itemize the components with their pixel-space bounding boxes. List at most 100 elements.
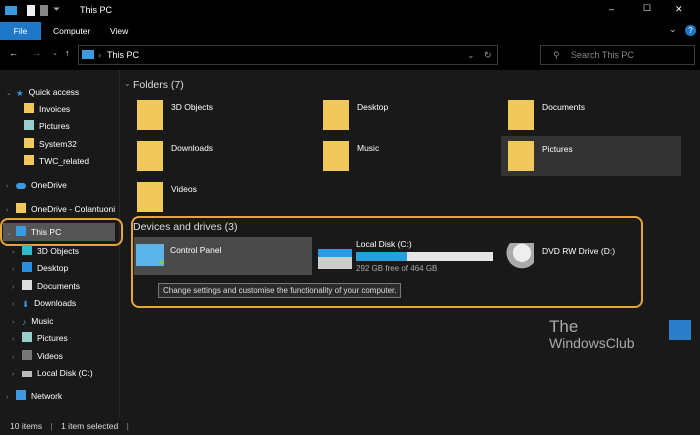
properties-icon[interactable]: [27, 5, 35, 16]
sidebar-item-onedrive-colantuoni[interactable]: › OneDrive - Colantuoni: [6, 201, 120, 217]
tab-view[interactable]: View: [100, 22, 138, 40]
sidebar-item-network[interactable]: › Network: [6, 388, 62, 404]
sidebar-item-pictures-qa[interactable]: Pictures: [24, 118, 70, 134]
chevron-right-icon[interactable]: ›: [12, 297, 22, 313]
navigation-bar: ← → ⌄ ↑ › This PC ⌄ ↻ ⚲ Search This PC: [0, 40, 700, 70]
folder-icon: [16, 203, 26, 213]
watermark-line1: The: [549, 317, 579, 336]
drive-icon: [22, 371, 32, 377]
navigation-pane: ⌄ ★ Quick access Invoices Pictures System3…: [0, 70, 123, 417]
chevron-right-icon[interactable]: ›: [12, 367, 22, 383]
sidebar-item-invoices[interactable]: Invoices: [24, 101, 70, 117]
chevron-right-icon[interactable]: ›: [6, 179, 16, 195]
recent-locations-icon[interactable]: ⌄: [52, 49, 58, 57]
sidebar-item-system32[interactable]: System32: [24, 136, 77, 152]
tooltip: Change settings and customise the functi…: [158, 283, 402, 298]
sidebar-item-label: Documents: [37, 281, 80, 291]
desktop-icon: [22, 262, 32, 272]
folder-videos[interactable]: Videos: [135, 180, 305, 216]
search-icon: ⚲: [553, 50, 560, 60]
sidebar-item-downloads[interactable]: › ⬇ Downloads: [12, 295, 76, 311]
folder-pictures[interactable]: Pictures: [501, 136, 681, 176]
dvd-drive-item[interactable]: DVD RW Drive (D:): [504, 237, 634, 275]
ribbon: File Computer View ⌄ ?: [0, 22, 700, 40]
cursor-icon: ➤: [158, 257, 166, 267]
chevron-down-icon[interactable]: ⌄: [6, 86, 16, 102]
chevron-right-icon[interactable]: ›: [6, 390, 16, 406]
address-dropdown-icon[interactable]: ⌄: [467, 46, 475, 64]
sidebar-item-local-disk[interactable]: › Local Disk (C:): [12, 365, 93, 381]
chevron-right-icon[interactable]: ›: [12, 332, 22, 348]
chevron-right-icon[interactable]: ›: [12, 245, 22, 261]
folder-icon: [24, 103, 34, 113]
folder-downloads[interactable]: Downloads: [135, 139, 305, 175]
pictures-icon: [22, 332, 32, 342]
sidebar-item-quick-access[interactable]: ⌄ ★ Quick access: [6, 84, 79, 100]
dvd-drive-icon: [504, 243, 534, 271]
expand-ribbon-icon[interactable]: ⌄: [669, 24, 677, 35]
network-icon: [16, 390, 26, 400]
sidebar-item-label: Music: [31, 316, 54, 326]
drive-label: DVD RW Drive (D:): [542, 246, 616, 256]
chevron-right-icon[interactable]: ›: [12, 262, 22, 278]
sidebar-item-pictures[interactable]: › Pictures: [12, 330, 68, 346]
disk-usage-fill: [356, 252, 407, 261]
disk-free-text: 292 GB free of 464 GB: [356, 264, 438, 273]
folder-label: Music: [357, 143, 380, 153]
forward-button[interactable]: →: [32, 48, 41, 58]
sidebar-item-twc-related[interactable]: TWC_related: [24, 153, 89, 169]
sidebar-item-label: Network: [31, 391, 63, 401]
customize-qat-icon[interactable]: ⏷: [53, 4, 60, 15]
3d-objects-folder-icon: [137, 100, 163, 130]
search-input[interactable]: ⚲ Search This PC: [540, 45, 695, 65]
folder-desktop[interactable]: Desktop: [321, 98, 491, 134]
folder-music[interactable]: Music: [321, 139, 491, 175]
sidebar-item-videos[interactable]: › Videos: [12, 348, 63, 364]
videos-icon: [22, 350, 32, 360]
close-button[interactable]: ✕: [675, 4, 683, 15]
sidebar-item-documents[interactable]: › Documents: [12, 278, 80, 294]
tab-computer[interactable]: Computer: [43, 22, 100, 40]
sidebar-item-3d-objects[interactable]: › 3D Objects: [12, 243, 79, 259]
this-pc-icon: [82, 50, 94, 59]
windows-drive-icon: [318, 249, 352, 269]
address-input[interactable]: › This PC ⌄ ↻: [78, 45, 498, 65]
folder-label: Videos: [171, 184, 197, 194]
status-bar: 10 items | 1 item selected |: [0, 417, 700, 435]
folder-label: Documents: [542, 102, 585, 112]
chevron-right-icon[interactable]: ›: [12, 315, 22, 331]
folder-label: Desktop: [357, 102, 389, 112]
folder-documents[interactable]: Documents: [506, 98, 681, 134]
drive-label: Control Panel: [170, 245, 222, 255]
up-button[interactable]: ↑: [65, 48, 70, 58]
sidebar-item-label: Pictures: [39, 121, 70, 131]
sidebar-item-label: OneDrive: [31, 180, 67, 190]
collapse-icon[interactable]: ⌄: [124, 79, 131, 88]
folder-3d-objects[interactable]: 3D Objects: [135, 98, 305, 134]
sidebar-item-desktop[interactable]: › Desktop: [12, 260, 68, 276]
local-disk-item[interactable]: Local Disk (C:) 292 GB free of 464 GB: [318, 237, 498, 275]
control-panel-item[interactable]: ➤ Control Panel: [134, 237, 312, 275]
folder-label: 3D Objects: [171, 102, 214, 112]
search-placeholder: Search This PC: [571, 50, 634, 60]
3d-objects-icon: [22, 245, 32, 255]
watermark-logo: The WindowsClub: [549, 317, 691, 352]
chevron-right-icon[interactable]: ›: [12, 280, 22, 296]
sidebar-item-label: Quick access: [28, 87, 80, 97]
maximize-button[interactable]: ☐: [643, 3, 651, 14]
help-icon[interactable]: ?: [685, 25, 696, 36]
folder-icon: [24, 138, 34, 148]
sidebar-item-onedrive[interactable]: › OneDrive: [6, 177, 67, 193]
tab-file[interactable]: File: [0, 22, 41, 40]
breadcrumb-this-pc[interactable]: This PC: [107, 46, 139, 64]
new-folder-icon[interactable]: [40, 5, 48, 16]
computer-icon: [5, 6, 17, 15]
sidebar-item-music[interactable]: › ♪ Music: [12, 313, 53, 329]
back-button[interactable]: ←: [9, 48, 18, 58]
chevron-right-icon[interactable]: ›: [12, 350, 22, 366]
sidebar-item-label: Pictures: [37, 333, 68, 343]
minimize-button[interactable]: –: [609, 4, 614, 14]
sidebar-item-label: Downloads: [34, 298, 77, 308]
chevron-right-icon[interactable]: ›: [6, 203, 16, 217]
refresh-icon[interactable]: ↻: [484, 46, 492, 64]
